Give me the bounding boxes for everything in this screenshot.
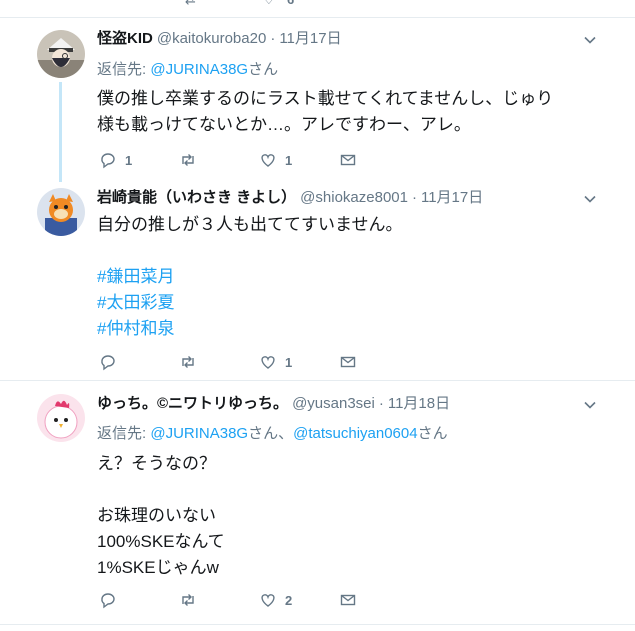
heart-icon <box>261 154 275 167</box>
tweet-text: え？そうなの？ お珠理のいない 100%SKEなんて 1%SKEじゃんw <box>97 451 597 581</box>
chevron-down-icon[interactable] <box>583 398 597 412</box>
username[interactable]: @yusan3sei <box>292 395 375 412</box>
timestamp[interactable]: 11月17日 <box>279 30 341 47</box>
like-button[interactable]: 2 <box>259 590 292 610</box>
timestamp[interactable]: 11月17日 <box>421 189 483 206</box>
replying-to-label: 返信先: <box>97 425 151 442</box>
tweet-text: 僕の推し卒業するのにラスト載せてくれてませんし、じゅり 様も載っけてないとか…。… <box>97 86 597 138</box>
replying-to-suffix: さん <box>417 425 448 442</box>
like-count: 6 <box>287 0 294 7</box>
tweet-text-line: 様も載っけてないとか…。アレですわー、アレ。 <box>97 115 471 134</box>
tweet-header: ゆっち。©ニワトリゆっち。 @yusan3sei · 11月18日 <box>97 394 450 414</box>
retweet-icon <box>182 594 194 606</box>
tweet-actions: 1 <box>99 352 399 372</box>
envelope-icon <box>340 356 356 368</box>
like-button[interactable]: 1 <box>259 352 292 372</box>
replying-to-separator: さん、 <box>248 425 294 442</box>
reply-button[interactable]: 1 <box>99 150 132 170</box>
hashtag-link[interactable]: #太田彩夏 <box>97 290 597 316</box>
replying-to: 返信先: @JURINA38Gさん、@tatsuchiyan0604さん <box>97 424 448 444</box>
retweet-icon[interactable]: ⇄ <box>185 0 196 8</box>
tweet-text-line: え？そうなの？ <box>97 454 216 473</box>
username[interactable]: @kaitokuroba20 <box>157 30 266 47</box>
tweet-text-line: 100%SKEなんて <box>97 532 225 551</box>
replying-to-label: 返信先: <box>97 61 151 78</box>
separator-dot: · <box>270 30 276 47</box>
direct-message-button[interactable] <box>339 590 357 610</box>
like-count: 2 <box>285 592 293 608</box>
tweet-actions: 1 1 <box>99 150 399 170</box>
chevron-down-icon[interactable] <box>583 33 597 47</box>
direct-message-button[interactable] <box>339 150 357 170</box>
heart-icon <box>261 594 275 607</box>
retweet-icon <box>182 154 194 166</box>
envelope-icon <box>340 154 356 166</box>
tweet-text-line: お珠理のいない <box>97 506 216 525</box>
mention-link[interactable]: @JURINA38G <box>150 425 248 442</box>
hashtag-link[interactable]: #鎌田菜月 <box>97 264 597 290</box>
avatar[interactable] <box>37 30 85 78</box>
tweet-actions: 2 <box>99 590 399 610</box>
retweet-button[interactable] <box>179 352 205 372</box>
timestamp[interactable]: 11月18日 <box>388 395 450 412</box>
display-name[interactable]: ゆっち。©ニワトリゆっち。 <box>97 395 288 412</box>
tweet-header: 怪盗KID @kaitokuroba20 · 11月17日 <box>97 29 342 49</box>
reply-icon <box>101 593 115 609</box>
previous-tweet-actions: ⇄ ♡ 6 <box>0 0 635 8</box>
like-count: 1 <box>285 354 293 370</box>
display-name[interactable]: 怪盗KID <box>97 30 153 47</box>
retweet-icon <box>182 356 194 368</box>
divider <box>0 380 635 381</box>
tweet-text-line: 僕の推し卒業するのにラスト載せてくれてませんし、じゅり <box>97 89 554 108</box>
avatar[interactable] <box>37 394 85 442</box>
reply-count: 1 <box>125 152 133 168</box>
heart-icon[interactable]: ♡ <box>263 0 275 8</box>
username[interactable]: @shiokaze8001 <box>300 189 408 206</box>
mention-link[interactable]: @JURINA38G <box>150 61 248 78</box>
divider <box>0 17 635 18</box>
heart-icon <box>261 356 275 369</box>
tweet-text-line: 自分の推しが３人も出ててすいません。 <box>97 215 403 234</box>
envelope-icon <box>340 594 356 606</box>
reply-button[interactable] <box>99 352 125 372</box>
tweet-text-line <box>97 238 597 264</box>
like-button[interactable]: 1 <box>259 150 292 170</box>
display-name[interactable]: 岩崎貴能（いわさき きよし） <box>97 189 296 206</box>
reply-button[interactable] <box>99 590 125 610</box>
tweet-text-line: 1%SKEじゃんw <box>97 558 219 577</box>
like-count: 1 <box>285 152 293 168</box>
reply-icon <box>101 355 115 371</box>
reply-icon <box>101 153 115 169</box>
tweet-text: 自分の推しが３人も出ててすいません。 #鎌田菜月 #太田彩夏 #仲村和泉 <box>97 212 597 342</box>
replying-to-suffix: さん <box>248 61 279 78</box>
thread-line <box>59 82 62 182</box>
separator-dot: · <box>411 189 417 206</box>
divider <box>0 624 635 625</box>
avatar[interactable] <box>37 188 85 236</box>
tweet-header: 岩崎貴能（いわさき きよし） @shiokaze8001 · 11月17日 <box>97 188 483 208</box>
retweet-button[interactable] <box>179 590 205 610</box>
separator-dot: · <box>378 395 384 412</box>
chevron-down-icon[interactable] <box>583 192 597 206</box>
replying-to: 返信先: @JURINA38Gさん <box>97 60 278 80</box>
hashtag-link[interactable]: #仲村和泉 <box>97 316 597 342</box>
mention-link[interactable]: @tatsuchiyan0604 <box>293 425 417 442</box>
direct-message-button[interactable] <box>339 352 357 372</box>
retweet-button[interactable] <box>179 150 205 170</box>
tweet-text-line <box>97 477 597 503</box>
